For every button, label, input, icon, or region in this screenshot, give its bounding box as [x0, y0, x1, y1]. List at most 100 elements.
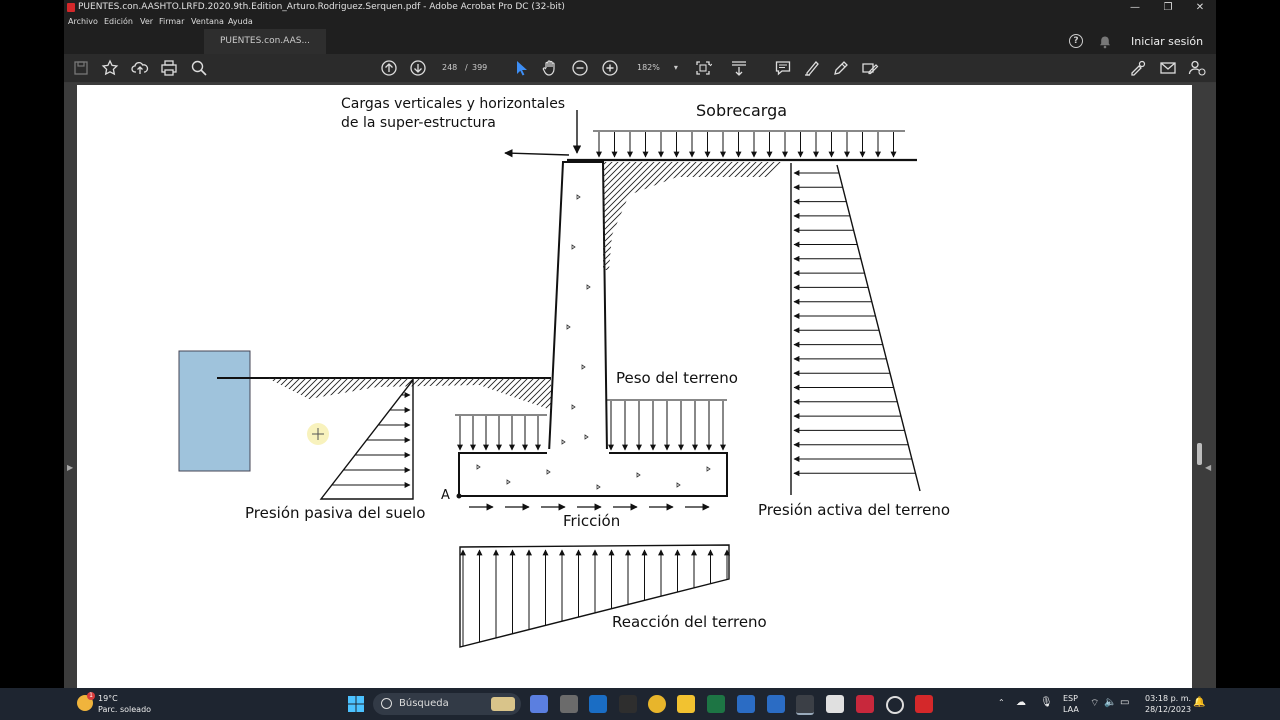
backfill-hatch	[603, 162, 781, 270]
microphone-icon[interactable]: 🎙	[1040, 697, 1053, 708]
left-pane-toggle[interactable]: ▶	[67, 463, 73, 472]
battery-icon[interactable]: ▭	[1120, 697, 1129, 708]
weather-temp[interactable]: 19°C	[98, 694, 118, 703]
bell-icon[interactable]	[1098, 34, 1112, 49]
csi-app-icon[interactable]	[737, 695, 755, 713]
active-pressure-label: Presión activa del terreno	[758, 501, 951, 519]
document-viewport[interactable]: ▶ ◀ Cargas verticales y horizontales de …	[64, 83, 1216, 688]
zoom-in-icon[interactable]	[601, 59, 619, 77]
help-icon[interactable]: ?	[1069, 34, 1083, 48]
chevron-down-icon: ▾	[673, 63, 678, 72]
tray-chevron-icon[interactable]: ⌃	[998, 698, 1005, 707]
add-user-icon[interactable]	[1188, 59, 1206, 77]
soil-weight-arrows	[608, 401, 726, 451]
share-link-icon[interactable]	[1129, 59, 1147, 77]
surcharge-arrows	[596, 132, 897, 158]
app-icon-light[interactable]	[826, 695, 844, 713]
notification-bell-icon[interactable]: 🔔	[1193, 697, 1205, 708]
file-explorer-icon[interactable]	[677, 695, 695, 713]
volume-icon[interactable]: 🔈	[1104, 697, 1116, 708]
maximize-button[interactable]: ❐	[1153, 0, 1183, 15]
point-a-marker	[456, 493, 462, 499]
menu-firmar[interactable]: Firmar	[159, 15, 184, 29]
comment-icon[interactable]	[774, 59, 792, 77]
windows-taskbar: 1 19°C Parc. soleado Búsqueda ⌃ ☁ 🎙 ESP …	[0, 688, 1280, 720]
prev-page-icon[interactable]	[380, 59, 398, 77]
email-icon[interactable]	[1159, 59, 1177, 77]
current-page-input[interactable]: 248	[442, 54, 457, 82]
windows-start-icon[interactable]	[347, 695, 365, 713]
wifi-icon[interactable]: ⌔	[1090, 697, 1099, 710]
outlook-icon[interactable]	[589, 695, 607, 713]
menu-edicion[interactable]: Edición	[104, 15, 133, 29]
bookmark-star-icon[interactable]	[101, 59, 119, 77]
top-loads-label-2: de la super-estructura	[341, 115, 496, 131]
select-cursor-icon[interactable]	[512, 59, 530, 77]
scrolling-mode-icon[interactable]	[730, 59, 748, 77]
zoom-out-icon[interactable]	[571, 59, 589, 77]
fill-sign-icon[interactable]	[861, 59, 879, 77]
blue-block	[178, 350, 251, 472]
app-icon-dark[interactable]	[619, 695, 637, 713]
acrobat-taskbar-icon[interactable]	[915, 695, 933, 713]
page-fit-icon[interactable]	[694, 59, 712, 77]
soil-reaction-label: Reacción del terreno	[612, 613, 767, 631]
csi-app-icon-2[interactable]	[767, 695, 785, 713]
weather-badge: 1	[87, 692, 95, 700]
menu-archivo[interactable]: Archivo	[68, 15, 98, 29]
onedrive-icon[interactable]: ☁	[1016, 697, 1026, 708]
print-icon[interactable]	[160, 59, 178, 77]
next-page-icon[interactable]	[409, 59, 427, 77]
keyboard-layout[interactable]: LAA	[1063, 705, 1079, 714]
zoom-level-dropdown[interactable]: 182% ▾	[637, 54, 678, 82]
draw-pen-icon[interactable]	[832, 59, 850, 77]
horizontal-load-arrow	[504, 149, 570, 158]
zoom-level: 182%	[637, 63, 660, 72]
wall-stem	[547, 161, 609, 454]
search-highlight-icon	[491, 697, 515, 711]
search-icon	[381, 698, 392, 709]
tab-document[interactable]: PUENTES.con.AAS...	[204, 29, 326, 54]
cloud-upload-icon[interactable]	[131, 59, 149, 77]
signin-button[interactable]: Iniciar sesión	[1131, 29, 1203, 54]
active-pressure-arrows	[793, 170, 916, 477]
task-view-icon[interactable]	[560, 695, 578, 713]
zoom-search-icon[interactable]	[190, 59, 208, 77]
wall-footing	[458, 452, 728, 497]
autocad-icon[interactable]	[856, 695, 874, 713]
menu-bar: Archivo Edición Ver Firmar Ventana Ayuda	[64, 15, 1216, 29]
page-separator: /	[465, 63, 468, 72]
vertical-scrollbar[interactable]	[1197, 443, 1202, 465]
soil-weight-label: Peso del terreno	[616, 369, 738, 387]
toolbar: 248 / 399 182% ▾	[64, 54, 1216, 83]
surcharge-label: Sobrecarga	[696, 101, 788, 120]
menu-ayuda[interactable]: Ayuda	[228, 15, 253, 29]
top-loads-label-1: Cargas verticales y horizontales	[341, 96, 566, 112]
search-placeholder: Búsqueda	[399, 698, 449, 709]
title-bar: PUENTES.con.AASHTO.LRFD.2020.9th.Edition…	[64, 0, 1216, 15]
save-icon[interactable]	[72, 59, 90, 77]
toe-soil-arrows	[457, 416, 541, 451]
soil-reaction-arrows	[460, 549, 730, 647]
taskbar-search-input[interactable]: Búsqueda	[373, 693, 521, 715]
record-icon[interactable]	[886, 696, 904, 714]
copilot-icon[interactable]	[530, 695, 548, 713]
language-code[interactable]: ESP	[1063, 694, 1078, 703]
menu-ver[interactable]: Ver	[140, 15, 153, 29]
weather-desc[interactable]: Parc. soleado	[98, 705, 151, 714]
pdf-page: Cargas verticales y horizontales de la s…	[77, 85, 1192, 688]
highlight-icon[interactable]	[803, 59, 821, 77]
total-pages: 399	[472, 63, 488, 72]
close-button[interactable]: ✕	[1185, 0, 1215, 15]
chrome-icon[interactable]	[648, 695, 666, 713]
clock-time[interactable]: 03:18 p. m.	[1145, 694, 1191, 703]
passive-pressure-label: Presión pasiva del suelo	[245, 504, 426, 522]
sap-app-icon[interactable]	[796, 695, 814, 715]
menu-ventana[interactable]: Ventana	[191, 15, 224, 29]
right-pane-toggle[interactable]: ◀	[1205, 463, 1211, 472]
clock-date[interactable]: 28/12/2023	[1145, 705, 1191, 714]
excel-icon[interactable]	[707, 695, 725, 713]
minimize-button[interactable]: —	[1120, 0, 1150, 15]
window-title: PUENTES.con.AASHTO.LRFD.2020.9th.Edition…	[78, 2, 565, 12]
hand-tool-icon[interactable]	[541, 59, 559, 77]
